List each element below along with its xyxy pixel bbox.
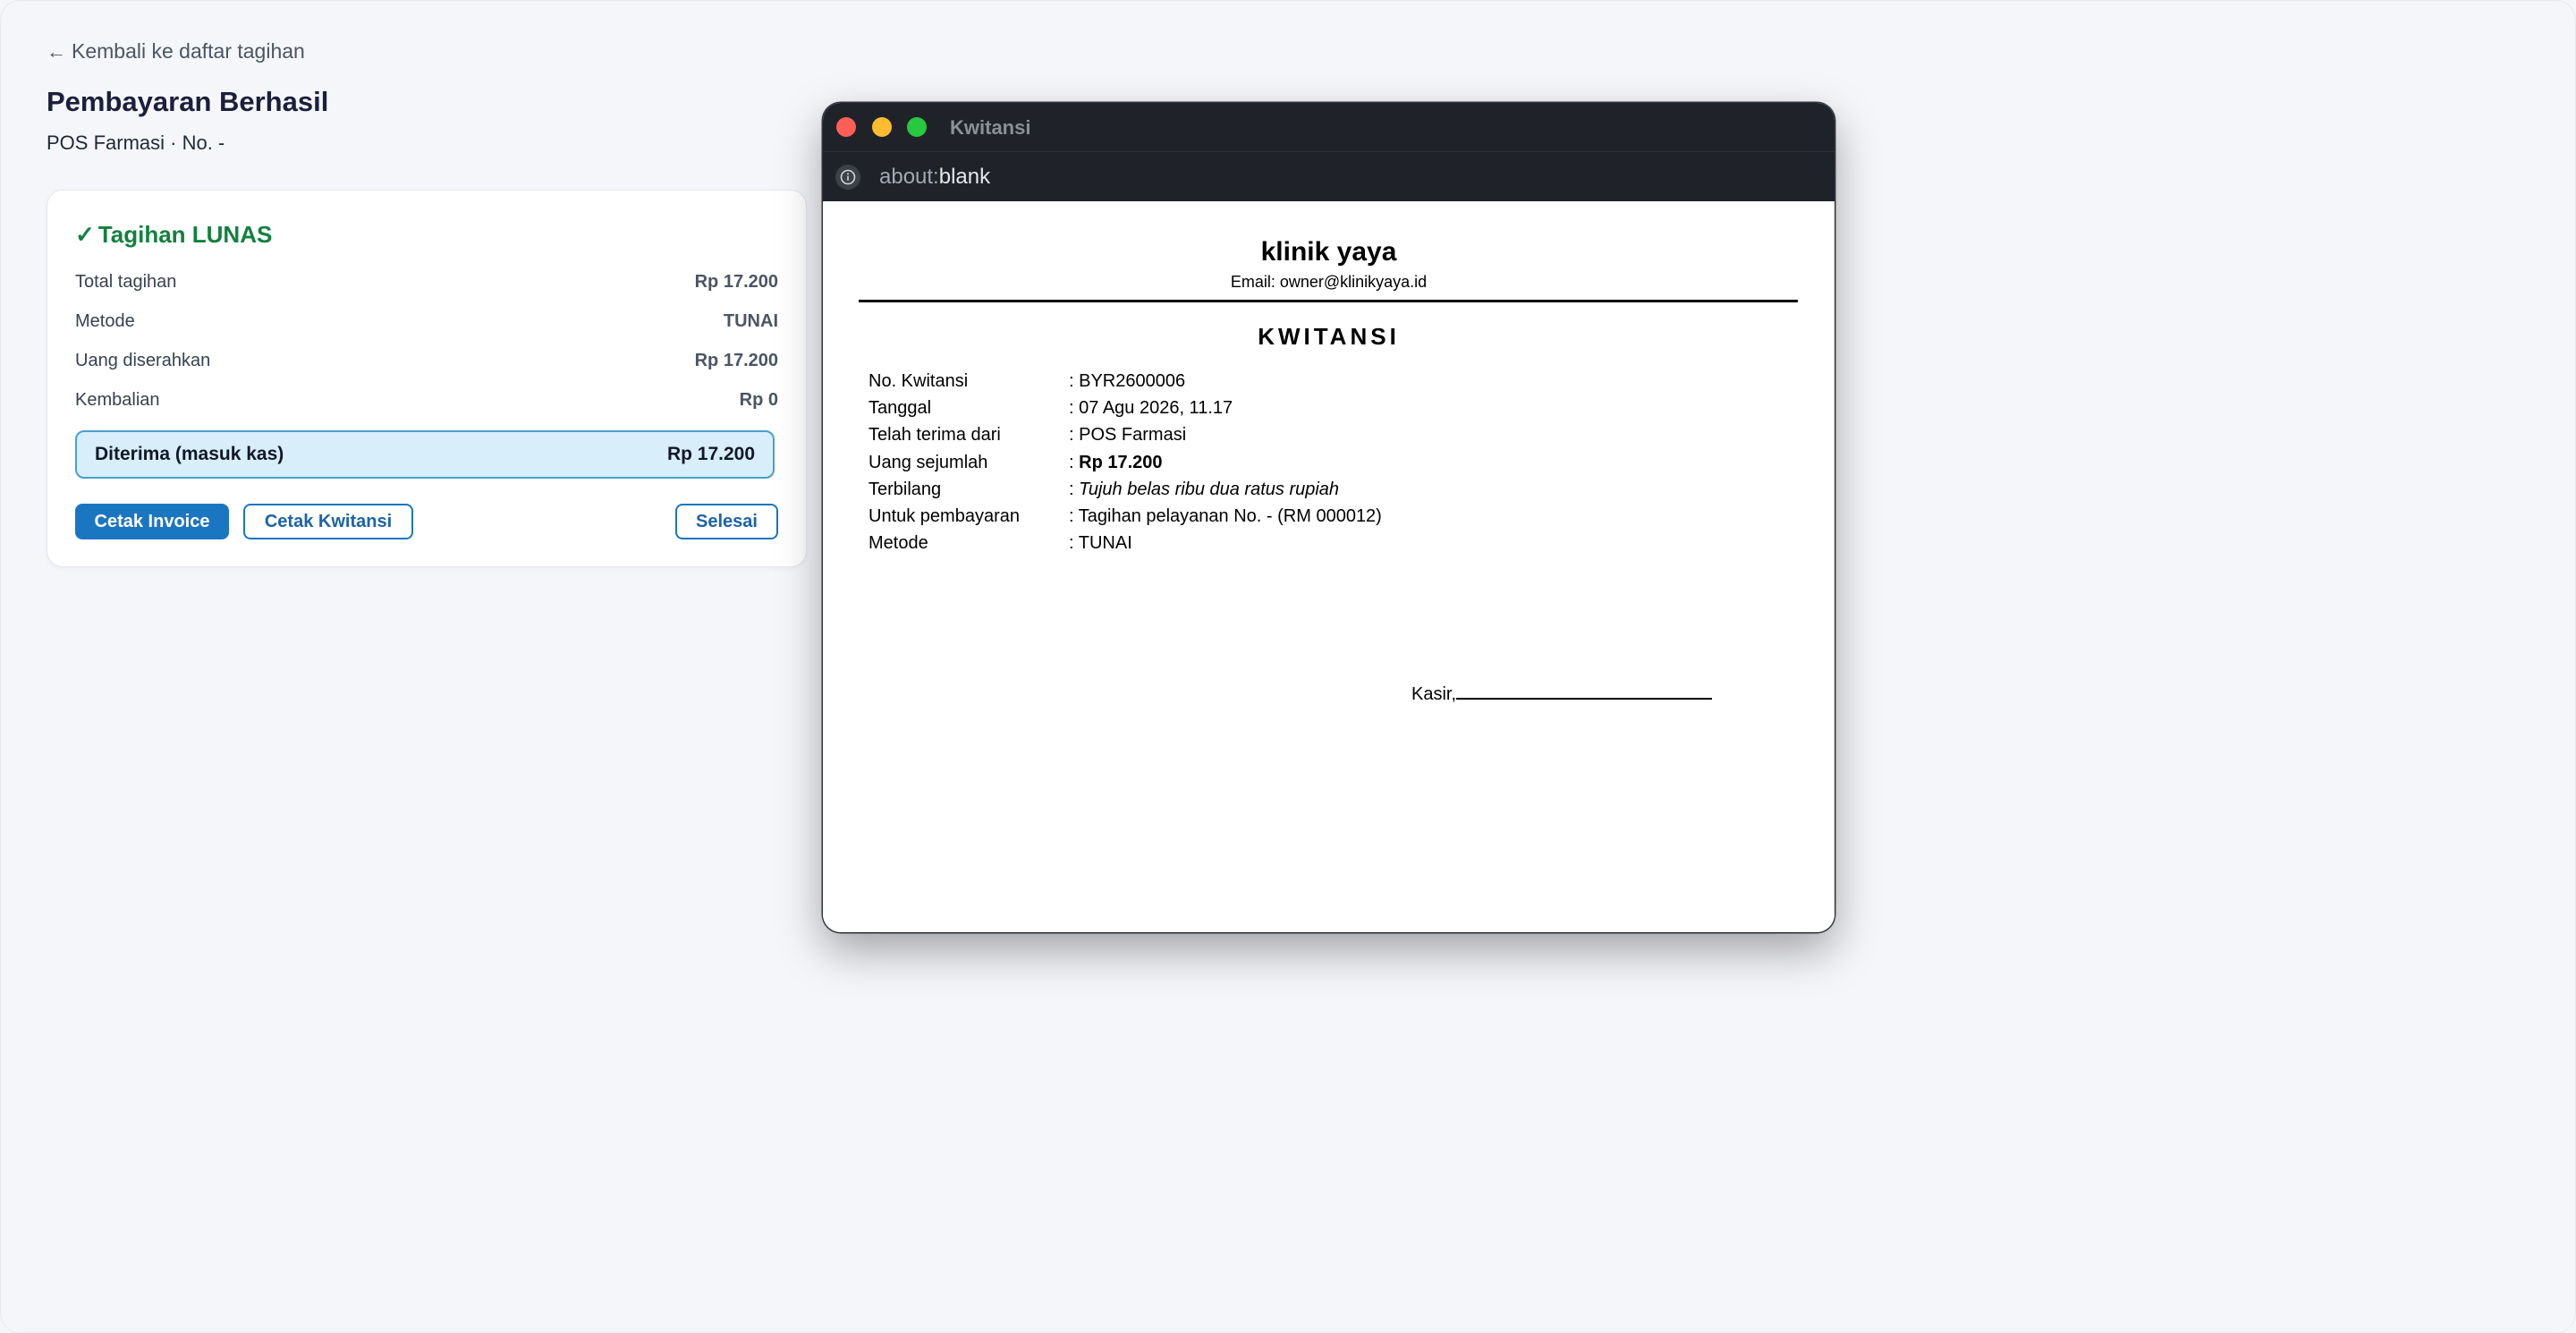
- receipt-row-value: : Tujuh belas ribu dua ratus rupiah: [1069, 480, 1339, 500]
- receipt-row-label: Untuk pembayaran: [869, 506, 1020, 527]
- checkmark-icon: ✓: [75, 221, 95, 248]
- receipt-row-prefix: :: [1069, 452, 1080, 472]
- signature-label: Kasir,: [1411, 684, 1457, 704]
- summary-row-label: Uang diserahkan: [75, 351, 211, 370]
- finish-button[interactable]: Selesai: [675, 504, 778, 539]
- receipt-row: Tanggal : 07 Agu 2026, 11.17: [869, 395, 1382, 421]
- receipt-row: Untuk pembayaran : Tagihan pelayanan No.…: [869, 503, 1382, 530]
- receipt-row: Uang sejumlah : Rp 17.200: [869, 449, 1382, 476]
- amount-in-words: Tujuh belas ribu dua ratus rupiah: [1079, 479, 1340, 499]
- receipt-details: No. Kwitansi : BYR2600006 Tanggal : 07 A…: [869, 368, 1382, 557]
- receipt-row: Metode : TUNAI: [869, 531, 1382, 557]
- print-receipt-button[interactable]: Cetak Kwitansi: [243, 504, 413, 539]
- clinic-name: klinik yaya: [1260, 237, 1397, 267]
- summary-row-label: Metode: [75, 311, 135, 331]
- receipt-row-label: Metode: [869, 533, 928, 554]
- minimize-window-button[interactable]: [872, 117, 892, 137]
- receipt-row-label: Telah terima dari: [869, 425, 1001, 446]
- cashier-signature: Kasir,: [1411, 684, 1713, 705]
- page-title: Pembayaran Berhasil: [47, 86, 329, 117]
- window-titlebar[interactable]: Kwitansi: [823, 103, 1835, 151]
- receipt-row-label: Tanggal: [869, 397, 932, 418]
- summary-row-total: Total tagihan Rp 17.200: [75, 272, 778, 293]
- summary-row-label: Total tagihan: [75, 272, 177, 292]
- receipt-popup-window: Kwitansi about:blank klinik yaya Email: …: [823, 103, 1835, 932]
- summary-row-value: Rp 17.200: [694, 351, 778, 370]
- address-bar[interactable]: about:blank: [823, 151, 1835, 202]
- close-window-button[interactable]: [836, 117, 856, 137]
- receipt-row-value: : BYR2600006: [1069, 370, 1186, 391]
- status-title-label: Tagihan LUNAS: [97, 221, 273, 248]
- payment-summary-card: ✓ Tagihan LUNAS Total tagihan Rp 17.200 …: [47, 190, 807, 567]
- window-title: Kwitansi: [950, 116, 1031, 139]
- receipt-row-prefix: :: [1069, 479, 1080, 499]
- receipt-row-value: : POS Farmasi: [1069, 425, 1187, 446]
- arrow-left-icon: ←: [47, 39, 66, 63]
- receipt-title: KWITANSI: [1258, 323, 1400, 350]
- info-icon[interactable]: [835, 165, 860, 190]
- receipt-row-value: : 07 Agu 2026, 11.17: [1069, 397, 1233, 418]
- summary-row-paid: Uang diserahkan Rp 17.200: [75, 351, 778, 371]
- address-url: about:blank: [879, 165, 990, 190]
- url-scheme: about:: [879, 165, 939, 189]
- receipt-row: No. Kwitansi : BYR2600006: [869, 368, 1382, 395]
- summary-row-value: Rp 0: [739, 390, 778, 410]
- receipt-row: Terbilang : Tujuh belas ribu dua ratus r…: [869, 476, 1382, 503]
- receipt-row: Telah terima dari : POS Farmasi: [869, 422, 1382, 449]
- summary-row-method: Metode TUNAI: [75, 311, 778, 332]
- receipt-document: klinik yaya Email: owner@klinikyaya.id K…: [823, 201, 1835, 932]
- page-subtitle: POS Farmasi · No. -: [47, 132, 225, 154]
- status-title: ✓ Tagihan LUNAS: [75, 221, 272, 249]
- receipt-row-value: : Tagihan pelayanan No. - (RM 000012): [1069, 506, 1382, 527]
- received-label: Diterima (masuk kas): [95, 444, 284, 464]
- amount-value: Rp 17.200: [1079, 452, 1163, 472]
- receipt-row-label: No. Kwitansi: [869, 370, 969, 391]
- clinic-email: Email: owner@klinikyaya.id: [1230, 273, 1428, 291]
- receipt-row-label: Terbilang: [869, 479, 942, 499]
- summary-row-value: TUNAI: [723, 311, 778, 331]
- url-path: blank: [938, 165, 991, 189]
- summary-row-change: Kembalian Rp 0: [75, 390, 778, 411]
- received-total-box: Diterima (masuk kas) Rp 17.200: [75, 430, 775, 479]
- received-value: Rp 17.200: [666, 444, 755, 464]
- summary-row-value: Rp 17.200: [694, 272, 778, 292]
- receipt-row-value: : TUNAI: [1069, 533, 1132, 554]
- signature-line: [1456, 698, 1713, 700]
- receipt-row-label: Uang sejumlah: [869, 452, 988, 472]
- summary-row-label: Kembalian: [75, 390, 160, 410]
- receipt-row-value: : Rp 17.200: [1069, 453, 1163, 473]
- maximize-window-button[interactable]: [907, 117, 927, 137]
- back-link[interactable]: ← Kembali ke daftar tagihan: [47, 39, 305, 64]
- back-link-label: Kembali ke daftar tagihan: [72, 39, 305, 63]
- header-divider: [859, 300, 1798, 302]
- print-invoice-button[interactable]: Cetak Invoice: [75, 504, 229, 539]
